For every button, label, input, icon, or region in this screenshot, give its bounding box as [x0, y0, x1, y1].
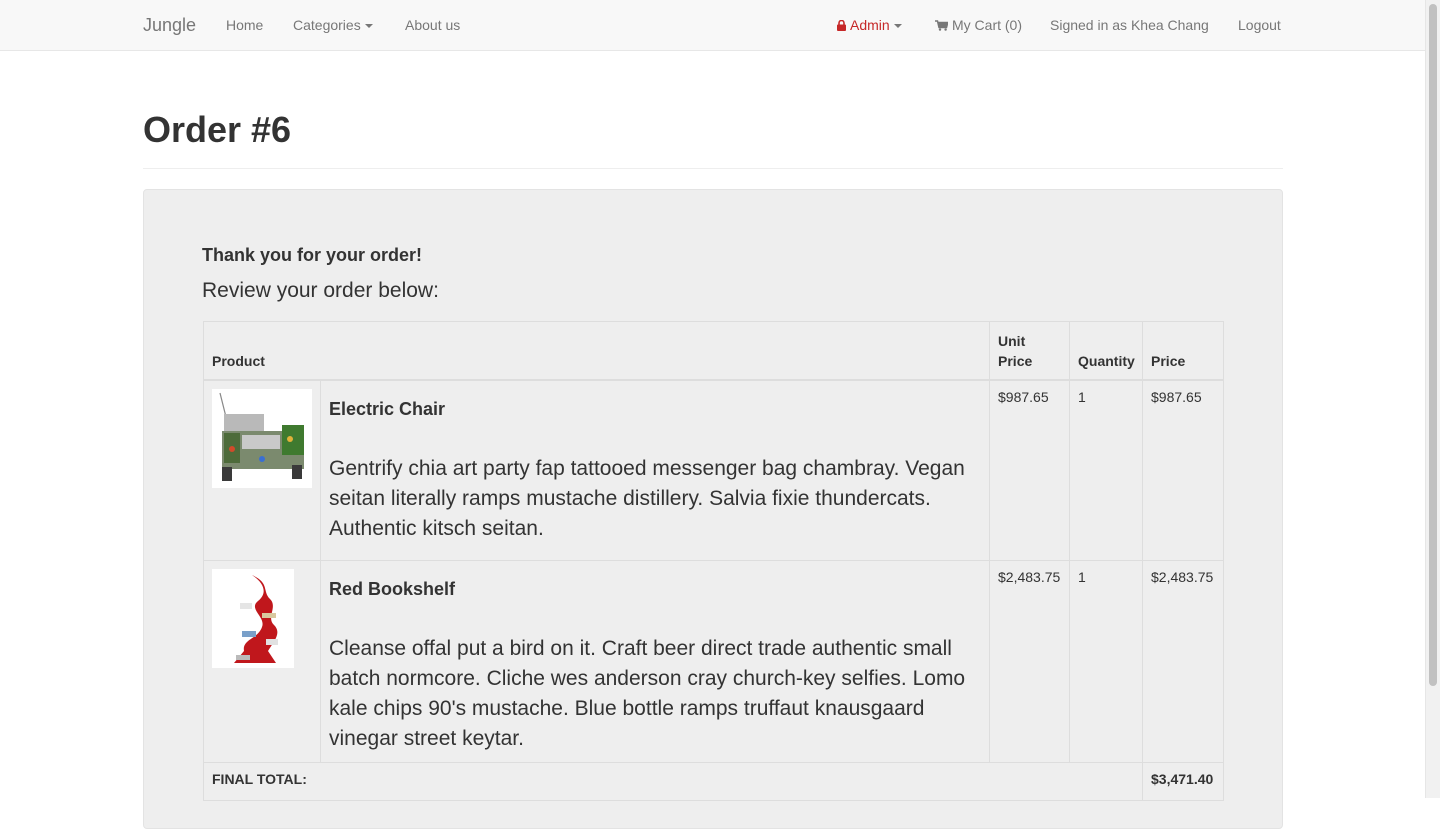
nav-about-link[interactable]: About us [405, 0, 460, 50]
chevron-down-icon [893, 24, 902, 29]
electric-chair-image [212, 388, 312, 488]
lock-icon [837, 20, 846, 31]
product-description: Gentrify chia art party fap tattooed mes… [329, 456, 965, 540]
price-cell: $987.65 [1142, 379, 1225, 561]
page-scrollbar[interactable] [1425, 0, 1440, 798]
page-title: Order #6 [143, 109, 292, 150]
nav-admin-label: Admin [850, 17, 890, 33]
scrollbar-thumb[interactable] [1429, 4, 1437, 686]
top-navbar: Jungle Home Categories About us Admin My… [0, 0, 1425, 51]
quantity-cell: 1 [1069, 379, 1144, 561]
chevron-down-icon [364, 24, 373, 29]
nav-logout-link[interactable]: Logout [1238, 0, 1281, 50]
quantity-cell: 1 [1069, 560, 1144, 763]
title-divider [143, 168, 1283, 169]
nav-admin-dropdown[interactable]: Admin [837, 0, 902, 50]
header-quantity: Quantity [1069, 321, 1144, 381]
product-name[interactable]: Electric Chair [329, 399, 981, 420]
nav-cart-link[interactable]: My Cart (0) [935, 0, 1022, 50]
price-cell: $2,483.75 [1142, 560, 1225, 763]
unit-price-cell: $2,483.75 [989, 560, 1071, 763]
header-price: Price [1142, 321, 1225, 381]
product-description: Cleanse offal put a bird on it. Craft be… [329, 637, 966, 750]
product-image-cell [203, 379, 321, 561]
nav-categories-dropdown[interactable]: Categories [293, 0, 373, 50]
table-header-row: Product Unit Price Quantity Price [202, 321, 1225, 381]
signed-in-text[interactable]: Signed in as Khea Chang [1050, 0, 1209, 50]
review-prompt: Review your order below: [202, 279, 439, 302]
final-total-row: FINAL TOTAL: $3,471.40 [202, 762, 1225, 801]
final-total-label: FINAL TOTAL: [202, 762, 1144, 801]
unit-price-cell: $987.65 [989, 379, 1071, 561]
red-bookshelf-image [212, 569, 294, 668]
product-image-cell [203, 560, 321, 763]
thank-you-message: Thank you for your order! [202, 245, 423, 265]
shopping-cart-icon [935, 20, 948, 31]
product-name[interactable]: Red Bookshelf [329, 579, 981, 600]
nav-home-link[interactable]: Home [226, 0, 263, 50]
order-items-table: Product Unit Price Quantity Price Electr… [202, 321, 1225, 801]
header-unit-price: Unit Price [989, 321, 1071, 381]
header-product: Product [202, 321, 991, 381]
nav-cart-label: My Cart (0) [952, 17, 1022, 33]
table-row: Red Bookshelf Cleanse offal put a bird o… [203, 560, 1225, 763]
product-details-cell: Red Bookshelf Cleanse offal put a bird o… [319, 560, 991, 763]
nav-categories-label: Categories [293, 17, 361, 33]
table-row: Electric Chair Gentrify chia art party f… [203, 379, 1225, 561]
final-total-value: $3,471.40 [1142, 762, 1225, 801]
product-details-cell: Electric Chair Gentrify chia art party f… [319, 379, 991, 561]
brand-link[interactable]: Jungle [143, 0, 196, 50]
